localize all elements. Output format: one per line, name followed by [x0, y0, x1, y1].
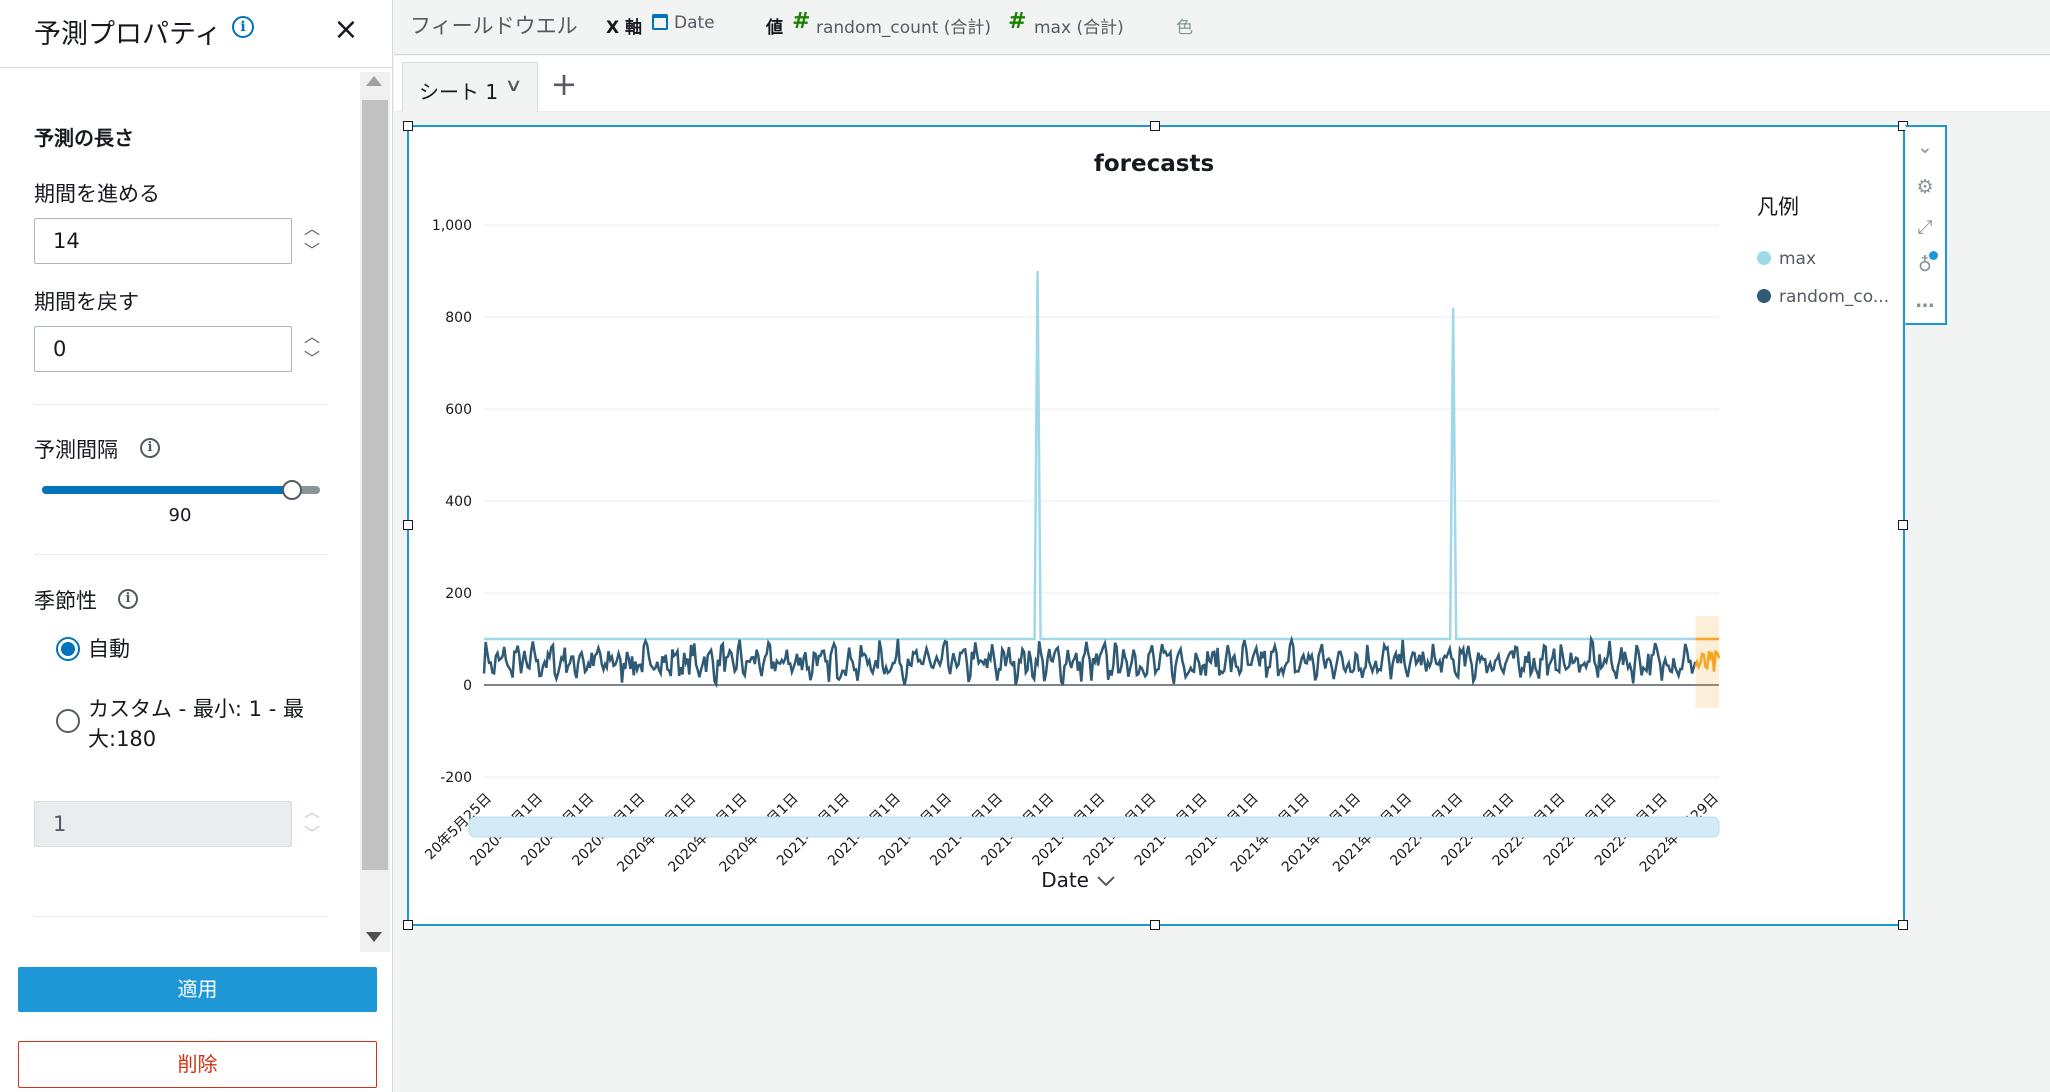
- resize-handle[interactable]: [1150, 920, 1160, 930]
- seasonality-custom-stepper[interactable]: ︿ ﹀: [302, 801, 322, 847]
- scroll-thumb[interactable]: [362, 100, 388, 870]
- chevron-down-icon[interactable]: ∨: [504, 75, 522, 96]
- more-icon[interactable]: …: [1906, 283, 1944, 319]
- legend-item-random-count[interactable]: random_co...: [1757, 287, 1889, 307]
- add-sheet-icon[interactable]: +: [544, 62, 584, 106]
- field-well: フィールドウエル X 軸 Date 値 # random_count (合計) …: [394, 0, 2050, 55]
- resize-handle[interactable]: [1898, 520, 1908, 530]
- seasonality-label: 季節性: [34, 589, 97, 613]
- legend-dot: [1757, 289, 1771, 303]
- line-chart: 1,0008006004002000-20020年5月25日2020年7月1日2…: [422, 218, 1722, 892]
- chevron-down-icon[interactable]: ﹀: [302, 348, 322, 370]
- series-line-max: [484, 270, 1696, 641]
- forecast-properties-panel: 予測プロパティ i × 予測の長さ 期間を進める 14 ︿ ﹀ 期間を戻す 0 …: [0, 0, 393, 1092]
- y-tick-label: 600: [445, 402, 472, 418]
- scroll-up-icon[interactable]: [366, 76, 382, 86]
- chevron-down-icon[interactable]: ﹀: [302, 240, 322, 262]
- info-icon[interactable]: i: [232, 16, 254, 38]
- legend-item-max[interactable]: max: [1757, 249, 1816, 269]
- x-axis-field[interactable]: Date: [674, 13, 715, 33]
- apply-button[interactable]: 適用: [18, 967, 377, 1012]
- panel-header: 予測プロパティ i ×: [0, 0, 393, 68]
- x-axis-label: X 軸: [606, 18, 643, 38]
- legend-label: max: [1779, 249, 1817, 269]
- divider: [34, 554, 328, 555]
- gear-icon[interactable]: ⚙: [1906, 169, 1944, 205]
- prediction-interval-slider[interactable]: [42, 480, 320, 500]
- delete-button[interactable]: 削除: [18, 1041, 377, 1088]
- hash-icon: #: [792, 9, 811, 34]
- forecast-length-title: 予測の長さ: [34, 126, 134, 150]
- chevron-up-icon[interactable]: ︿: [302, 801, 322, 823]
- chevron-up-icon[interactable]: ︿: [302, 326, 322, 348]
- y-tick-label: 0: [463, 678, 472, 694]
- chart-visual[interactable]: forecasts 凡例 max random_co... 1,000 800 60…: [407, 125, 1905, 926]
- divider: [34, 404, 328, 405]
- legend-title: 凡例: [1757, 195, 1799, 219]
- tab-label: シート 1: [419, 80, 499, 104]
- hash-icon: #: [1008, 9, 1027, 34]
- periods-backward-stepper[interactable]: ︿ ﹀: [302, 326, 322, 372]
- date-range-scroller: [468, 816, 1720, 838]
- field-well-title[interactable]: フィールドウエル: [410, 10, 578, 40]
- tab-sheet-1[interactable]: シート 1 ∨: [402, 62, 538, 112]
- seasonality-custom-input[interactable]: 1: [34, 801, 292, 847]
- seasonality-auto-label[interactable]: 自動: [88, 634, 130, 664]
- close-icon[interactable]: ×: [332, 12, 360, 48]
- resize-handle[interactable]: [1898, 920, 1908, 930]
- value-field-max[interactable]: max (合計): [1034, 13, 1124, 38]
- y-tick-label: -200: [440, 770, 472, 786]
- chevron-down-icon[interactable]: ﹀: [302, 823, 322, 845]
- resize-handle[interactable]: [403, 121, 413, 131]
- resize-handle[interactable]: [403, 520, 413, 530]
- slider-fill: [42, 486, 293, 494]
- chevron-down-icon: [1097, 876, 1115, 887]
- value-label: 値: [766, 18, 783, 38]
- periods-backward-label: 期間を戻す: [34, 290, 139, 314]
- y-tick-label: 1,000: [432, 218, 472, 234]
- seasonality-auto-radio[interactable]: [56, 637, 80, 661]
- series-line-random-count: [482, 634, 1697, 689]
- legend-dot: [1757, 251, 1771, 265]
- lightbulb-icon[interactable]: ♁: [1906, 247, 1944, 283]
- panel-scrollbar[interactable]: [360, 72, 390, 952]
- y-tick-label: 400: [445, 494, 472, 510]
- sheet-tab-bar: シート 1 ∨ +: [394, 56, 2050, 112]
- calendar-icon: [652, 14, 668, 30]
- prediction-interval-value: 90: [168, 505, 192, 526]
- insight-dot: [1929, 251, 1938, 260]
- chevron-up-icon[interactable]: ︿: [302, 218, 322, 240]
- info-icon[interactable]: i: [118, 589, 138, 609]
- seasonality-custom-label[interactable]: カスタム - 最小: 1 - 最大:180: [88, 694, 308, 754]
- y-tick-label: 800: [445, 310, 472, 326]
- visual-toolbar: ⌄ ⚙ ⤢ ♁ …: [1905, 125, 1947, 325]
- info-icon[interactable]: i: [140, 438, 160, 458]
- seasonality-custom-radio[interactable]: [56, 709, 80, 733]
- legend-label: random_co...: [1779, 287, 1890, 307]
- prediction-interval-label: 予測間隔: [34, 438, 118, 462]
- double-chevron-down-icon[interactable]: ⌄: [1906, 129, 1944, 165]
- value-field-random-count[interactable]: random_count (合計): [816, 13, 991, 38]
- resize-handle[interactable]: [1150, 121, 1160, 131]
- periods-forward-stepper[interactable]: ︿ ﹀: [302, 218, 322, 264]
- periods-forward-input[interactable]: 14: [34, 218, 292, 264]
- scroll-down-icon[interactable]: [366, 932, 382, 942]
- periods-forward-label: 期間を進める: [34, 182, 160, 206]
- panel-title: 予測プロパティ: [34, 19, 222, 50]
- x-axis-title: Date: [1041, 868, 1089, 892]
- periods-backward-input[interactable]: 0: [34, 326, 292, 372]
- resize-handle[interactable]: [403, 920, 413, 930]
- y-tick-label: 200: [445, 586, 472, 602]
- divider: [34, 916, 328, 917]
- color-label[interactable]: 色: [1176, 13, 1193, 38]
- expand-icon[interactable]: ⤢: [1906, 209, 1944, 245]
